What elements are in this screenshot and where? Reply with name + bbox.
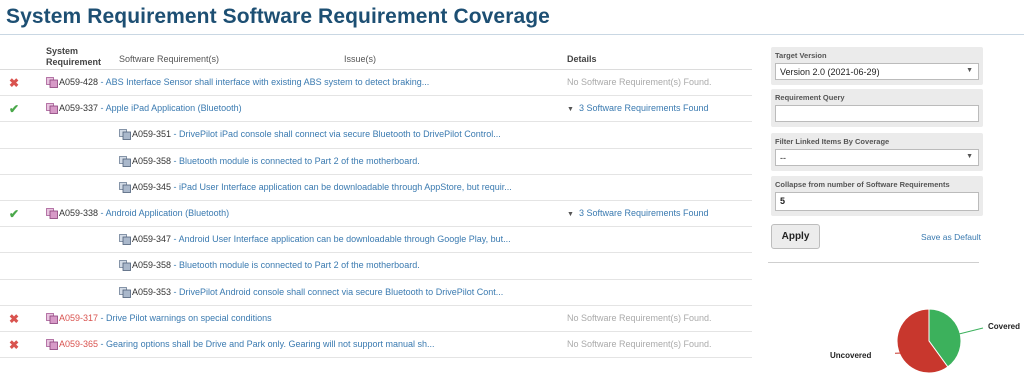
software-requirement-icon <box>119 234 131 246</box>
requirement-link[interactable]: A059-353 - DrivePilot Android console sh… <box>132 287 503 297</box>
legend-uncovered: Uncovered <box>830 351 872 360</box>
expand-software-requirements[interactable]: ▼ 3 Software Requirements Found <box>567 208 709 218</box>
coverage-pie-chart <box>895 308 984 374</box>
table-row: A059-353 - DrivePilot Android console sh… <box>0 280 752 306</box>
requirement-link[interactable]: A059-358 - Bluetooth module is connected… <box>132 156 420 166</box>
target-version-panel: Target Version Version 2.0 (2021-06-29) … <box>771 47 983 85</box>
header-system-requirement[interactable]: System Requirement <box>46 46 101 68</box>
table-row: ✔ A059-338 - Android Application (Blueto… <box>0 201 752 228</box>
system-requirement-icon <box>46 77 58 88</box>
table-row: A059-358 - Bluetooth module is connected… <box>0 253 752 280</box>
table-row: ✔ A059-337 - Apple iPad Application (Blu… <box>0 96 752 123</box>
title-divider <box>0 34 1024 35</box>
software-requirement-icon <box>119 286 131 298</box>
requirement-link[interactable]: A059-365 - Gearing options shall be Driv… <box>59 339 435 349</box>
header-details[interactable]: Details <box>567 54 597 64</box>
requirement-link[interactable]: A059-317 - Drive Pilot warnings on speci… <box>59 313 272 323</box>
requirement-link[interactable]: A059-338 - Android Application (Bluetoot… <box>59 208 229 218</box>
software-requirement-icon <box>119 260 131 272</box>
requirement-query-input[interactable] <box>775 105 979 122</box>
coverage-filter-select[interactable]: -- ▼ <box>775 149 979 166</box>
collapse-panel: Collapse from number of Software Require… <box>771 176 983 216</box>
details-text: No Software Requirement(s) Found. <box>567 77 712 87</box>
page-title: System Requirement Software Requirement … <box>6 5 550 28</box>
panel-divider <box>768 262 979 263</box>
system-requirement-icon <box>46 208 58 219</box>
table-row: ✖ A059-428 - ABS Interface Sensor shall … <box>0 70 752 97</box>
chevron-down-icon: ▼ <box>966 67 973 74</box>
uncovered-x-icon: ✖ <box>9 337 20 352</box>
coverage-filter-label: Filter Linked Items By Coverage <box>775 137 890 146</box>
requirement-query-panel: Requirement Query <box>771 89 983 127</box>
covered-check-icon: ✔ <box>9 102 20 117</box>
table-row: A059-347 - Android User Interface applic… <box>0 227 752 254</box>
software-requirement-icon <box>119 129 131 141</box>
chevron-down-icon: ▼ <box>966 153 973 160</box>
system-requirement-icon <box>46 312 58 324</box>
uncovered-x-icon: ✖ <box>9 76 20 90</box>
table-row: A059-358 - Bluetooth module is connected… <box>0 149 752 175</box>
table-header: System Requirement Software Requirement(s… <box>0 44 752 70</box>
requirement-link[interactable]: A059-337 - Apple iPad Application (Bluet… <box>59 103 242 113</box>
target-version-value: Version 2.0 (2021-06-29) <box>780 67 880 77</box>
table-row: ✖ A059-317 - Drive Pilot warnings on spe… <box>0 306 752 332</box>
table-row: A059-351 - DrivePilot iPad console shall… <box>0 122 752 149</box>
caret-down-icon: ▼ <box>567 210 574 218</box>
details-text: No Software Requirement(s) Found. <box>567 338 712 349</box>
header-issues[interactable]: Issue(s) <box>344 54 376 64</box>
header-software-requirements[interactable]: Software Requirement(s) <box>119 54 219 64</box>
expand-software-requirements[interactable]: ▼ 3 Software Requirements Found <box>567 103 709 113</box>
details-text: No Software Requirement(s) Found. <box>567 312 712 323</box>
covered-check-icon: ✔ <box>9 206 20 221</box>
target-version-select[interactable]: Version 2.0 (2021-06-29) ▼ <box>775 63 979 80</box>
apply-button[interactable]: Apply <box>771 224 820 249</box>
requirement-link[interactable]: A059-351 - DrivePilot iPad console shall… <box>132 129 501 139</box>
requirement-link[interactable]: A059-347 - Android User Interface applic… <box>132 234 511 244</box>
software-requirement-icon <box>119 155 131 167</box>
requirement-link[interactable]: A059-428 - ABS Interface Sensor shall in… <box>59 77 429 87</box>
requirement-query-label: Requirement Query <box>775 93 845 102</box>
save-as-default-link[interactable]: Save as Default <box>921 232 981 242</box>
table-row: ✖ A059-365 - Gearing options shall be Dr… <box>0 332 752 359</box>
collapse-input[interactable]: 5 <box>775 192 979 211</box>
uncovered-x-icon: ✖ <box>9 311 20 326</box>
coverage-filter-panel: Filter Linked Items By Coverage -- ▼ <box>771 133 983 171</box>
requirement-link[interactable]: A059-358 - Bluetooth module is connected… <box>132 260 420 270</box>
coverage-filter-value: -- <box>780 153 786 163</box>
caret-down-icon: ▼ <box>567 106 574 114</box>
system-requirement-icon <box>46 338 58 350</box>
legend-covered: Covered <box>988 322 1021 331</box>
collapse-label: Collapse from number of Software Require… <box>775 180 950 189</box>
coverage-table: System Requirement Software Requirement(s… <box>0 44 752 359</box>
software-requirement-icon <box>119 181 131 193</box>
target-version-label: Target Version <box>775 51 827 60</box>
requirement-link[interactable]: A059-345 - iPad User Interface applicati… <box>132 182 512 192</box>
table-row: A059-345 - iPad User Interface applicati… <box>0 175 752 201</box>
system-requirement-icon <box>46 103 58 115</box>
